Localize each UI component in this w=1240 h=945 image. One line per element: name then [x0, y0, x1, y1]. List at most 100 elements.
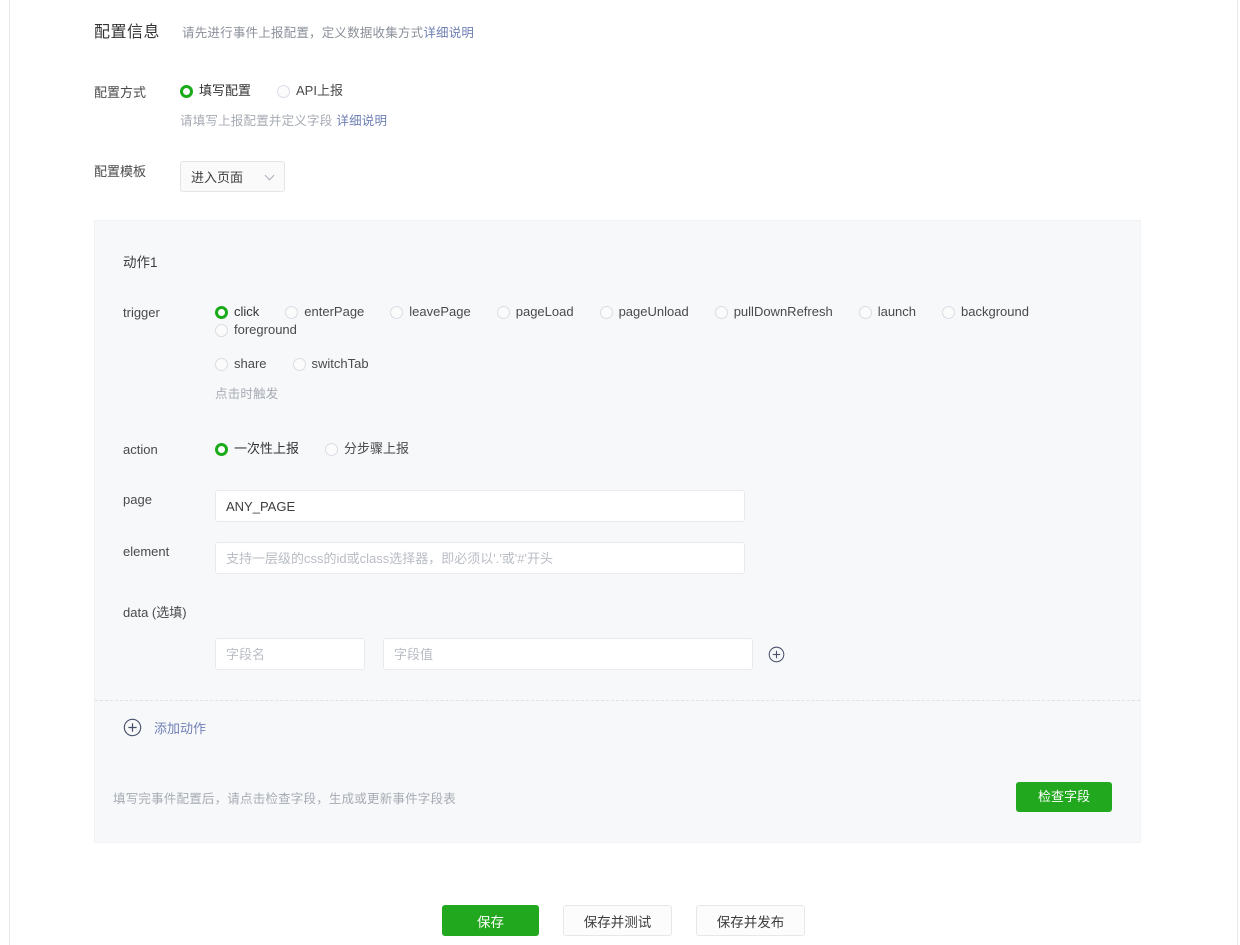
section-header: 配置信息 请先进行事件上报配置，定义数据收集方式详细说明	[10, 0, 1237, 42]
trigger-option-background-label: background	[961, 304, 1029, 319]
radio-dot-icon	[180, 84, 193, 98]
config-mode-option-api-label: API上报	[296, 83, 343, 98]
trigger-option-leavepage[interactable]: leavePage	[390, 303, 471, 321]
radio-dot-icon	[215, 442, 228, 456]
radio-dot-icon	[285, 305, 299, 319]
trigger-body: click enterPage leavePage pageLoad pageU…	[215, 303, 1140, 402]
trigger-radio-group-line2: share switchTab	[215, 355, 1140, 373]
chevron-down-icon	[266, 172, 275, 181]
element-input[interactable]	[215, 542, 745, 574]
panel-footer: 填写完事件配置后，请点击检查字段，生成或更新事件字段表 检查字段	[95, 737, 1140, 842]
bottom-action-bar: 保存 保存并测试 保存并发布	[10, 905, 1237, 936]
radio-dot-icon	[277, 84, 291, 98]
trigger-hint: 点击时触发	[215, 387, 279, 401]
trigger-label: trigger	[123, 305, 160, 320]
radio-dot-icon	[292, 357, 306, 371]
trigger-option-launch-label: launch	[877, 304, 917, 319]
config-mode-option-fill[interactable]: 填写配置	[180, 82, 251, 100]
save-and-test-button[interactable]: 保存并测试	[563, 905, 672, 936]
data-section: data (选填)	[95, 602, 1140, 670]
add-action-button[interactable]: 添加动作	[95, 701, 206, 737]
config-template-label: 配置模板	[94, 164, 147, 179]
action-option-once-label: 一次性上报	[234, 441, 300, 456]
config-template-selected-value: 进入页面	[191, 170, 244, 185]
radio-dot-icon	[215, 357, 228, 371]
trigger-option-leavepage-label: leavePage	[409, 304, 471, 319]
data-fields-row	[95, 638, 1140, 670]
save-and-publish-button[interactable]: 保存并发布	[696, 905, 805, 936]
action-option-stepwise-label: 分步骤上报	[344, 441, 410, 456]
page-body	[215, 490, 1140, 522]
plus-circle-icon	[123, 718, 142, 737]
trigger-option-pageload[interactable]: pageLoad	[496, 303, 574, 321]
add-action-label: 添加动作	[154, 721, 207, 736]
check-fields-button[interactable]: 检查字段	[1016, 782, 1112, 812]
config-template-body: 进入页面	[180, 161, 1237, 192]
panel-footer-hint: 填写完事件配置后，请点击检查字段，生成或更新事件字段表	[113, 791, 456, 806]
config-mode-option-api[interactable]: API上报	[277, 82, 343, 100]
radio-dot-icon	[325, 442, 339, 456]
trigger-option-share-label: share	[234, 356, 267, 371]
data-field-name-input[interactable]	[215, 638, 365, 670]
trigger-option-foreground-label: foreground	[234, 322, 297, 337]
radio-dot-icon	[714, 305, 728, 319]
config-template-select[interactable]: 进入页面	[180, 161, 285, 192]
page-row: page	[95, 490, 1140, 522]
trigger-option-pageload-label: pageLoad	[515, 304, 574, 319]
config-mode-row: 配置方式 填写配置 API上报 请填写上报配置并定义字段 详细说明	[10, 82, 1237, 129]
page-description-text: 请先进行事件上报配置，定义数据收集方式	[182, 26, 424, 40]
action-panel: 动作1 trigger click enterPage leavePage pa…	[94, 220, 1141, 843]
trigger-option-click-label: click	[234, 304, 260, 319]
action-label: action	[123, 442, 158, 457]
config-mode-radio-group: 填写配置 API上报	[180, 82, 1237, 100]
data-label: data (选填)	[123, 605, 187, 620]
page-input[interactable]	[215, 490, 745, 522]
trigger-option-switchtab[interactable]: switchTab	[292, 355, 369, 373]
trigger-option-switchtab-label: switchTab	[311, 356, 369, 371]
trigger-option-foreground[interactable]: foreground	[215, 321, 297, 339]
trigger-option-pageunload-label: pageUnload	[618, 304, 689, 319]
trigger-option-launch[interactable]: launch	[858, 303, 917, 321]
save-button[interactable]: 保存	[442, 905, 539, 936]
config-mode-body: 填写配置 API上报 请填写上报配置并定义字段 详细说明	[180, 82, 1237, 129]
radio-dot-icon	[390, 305, 404, 319]
action-row: action 一次性上报 分步骤上报	[95, 440, 1140, 460]
config-mode-hint-text: 请填写上报配置并定义字段	[180, 114, 333, 128]
radio-dot-icon	[215, 305, 228, 319]
radio-dot-icon	[215, 323, 228, 337]
action-option-stepwise[interactable]: 分步骤上报	[325, 440, 409, 458]
trigger-option-background[interactable]: background	[942, 303, 1029, 321]
config-mode-hint: 请填写上报配置并定义字段 详细说明	[180, 110, 1237, 129]
page-description: 请先进行事件上报配置，定义数据收集方式详细说明	[182, 22, 474, 41]
trigger-option-pageunload[interactable]: pageUnload	[599, 303, 689, 321]
header-detail-link[interactable]: 详细说明	[423, 26, 474, 40]
config-mode-detail-link[interactable]: 详细说明	[336, 114, 387, 128]
trigger-option-pulldownrefresh[interactable]: pullDownRefresh	[714, 303, 833, 321]
trigger-option-enterpage[interactable]: enterPage	[285, 303, 364, 321]
page-label: page	[123, 492, 152, 507]
plus-circle-icon[interactable]	[768, 646, 785, 663]
page-content: 配置信息 请先进行事件上报配置，定义数据收集方式详细说明 配置方式 填写配置 A…	[10, 0, 1237, 936]
radio-dot-icon	[942, 305, 956, 319]
element-body	[215, 542, 1140, 574]
action-body: 一次性上报 分步骤上报	[215, 440, 1140, 458]
trigger-option-pulldownrefresh-label: pullDownRefresh	[733, 304, 833, 319]
radio-dot-icon	[496, 305, 510, 319]
trigger-option-click[interactable]: click	[215, 303, 259, 321]
trigger-row: trigger click enterPage leavePage pageLo…	[95, 303, 1140, 402]
action-panel-title: 动作1	[123, 255, 158, 270]
config-mode-label: 配置方式	[94, 85, 147, 100]
trigger-radio-group-line1: click enterPage leavePage pageLoad pageU…	[215, 303, 1140, 339]
trigger-option-share[interactable]: share	[215, 355, 267, 373]
data-field-value-input[interactable]	[383, 638, 753, 670]
radio-dot-icon	[599, 305, 613, 319]
trigger-option-enterpage-label: enterPage	[304, 304, 365, 319]
radio-dot-icon	[858, 305, 872, 319]
page-frame: 配置信息 请先进行事件上报配置，定义数据收集方式详细说明 配置方式 填写配置 A…	[9, 0, 1238, 945]
config-template-row: 配置模板 进入页面	[10, 161, 1237, 192]
config-mode-option-fill-label: 填写配置	[199, 83, 252, 98]
action-option-once[interactable]: 一次性上报	[215, 440, 299, 458]
panel-divider	[95, 700, 1140, 701]
page-title: 配置信息	[94, 24, 161, 41]
element-row: element	[95, 542, 1140, 574]
